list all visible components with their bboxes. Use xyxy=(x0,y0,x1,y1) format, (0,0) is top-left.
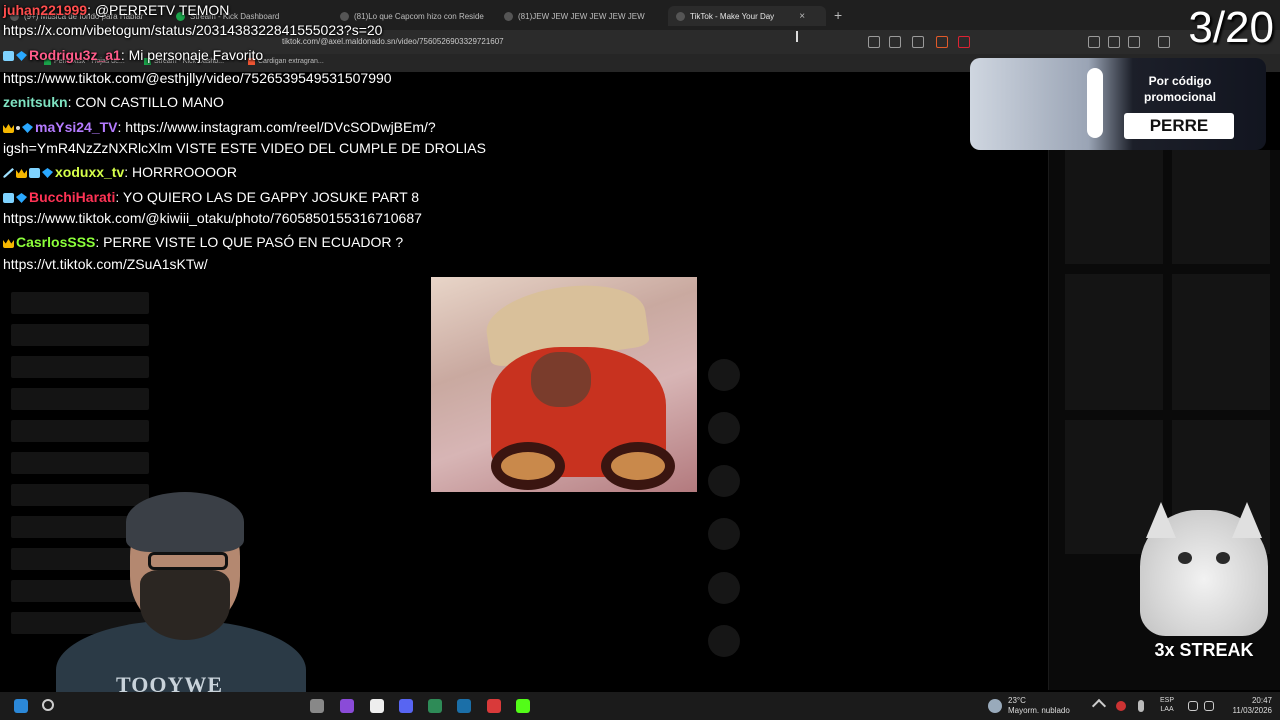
thumbnail-placeholder[interactable] xyxy=(1065,150,1163,264)
like-button[interactable] xyxy=(708,412,740,444)
tiktok-favicon-icon xyxy=(504,11,513,21)
chat-message: maYsi24_TV: https://www.instagram.com/re… xyxy=(3,119,436,135)
app-icon[interactable] xyxy=(428,699,442,713)
cat-eye xyxy=(1216,552,1230,564)
weather-widget[interactable]: 23°C Mayorm. nublado xyxy=(1008,696,1070,716)
kick-icon[interactable] xyxy=(516,699,530,713)
video-frame-face xyxy=(531,352,591,407)
chat-message-continued: https://vt.tiktok.com/ZSuA1sKTw/ xyxy=(3,256,208,272)
subscriber-badge-icon xyxy=(29,168,40,178)
thumbnail-placeholder[interactable] xyxy=(1172,150,1270,264)
skeleton-row xyxy=(11,452,149,474)
app-icon[interactable] xyxy=(340,699,354,713)
chat-message: zenitsukn: CON CASTILLO MANO xyxy=(3,94,224,110)
thumbnail-placeholder[interactable] xyxy=(1065,274,1163,410)
rewards-icon[interactable] xyxy=(958,36,970,48)
network-icon[interactable] xyxy=(1188,701,1198,711)
discord-icon[interactable] xyxy=(399,699,413,713)
share-icon[interactable] xyxy=(912,36,924,48)
taskbar-clock[interactable]: 20:47 11/03/2026 xyxy=(1226,696,1272,716)
app-icon[interactable] xyxy=(487,699,501,713)
chat-message-continued: igsh=YmR4NzZzNXRlcXlm VISTE ESTE VIDEO D… xyxy=(3,140,486,156)
chat-message: CasrlosSSS: PERRE VISTE LO QUE PASÓ EN E… xyxy=(3,234,403,250)
webcam-beard xyxy=(140,570,230,640)
save-button[interactable] xyxy=(708,518,740,550)
sword-badge-icon xyxy=(3,168,14,178)
windows-taskbar xyxy=(0,692,1280,720)
crown-badge-icon xyxy=(3,239,14,248)
video-frame-wheel xyxy=(491,442,565,490)
file-icon[interactable] xyxy=(370,699,384,713)
share-button[interactable] xyxy=(708,572,740,604)
gem-badge-icon xyxy=(16,193,27,203)
chat-message-continued: https://www.tiktok.com/@esthjlly/video/7… xyxy=(3,70,392,86)
skeleton-row xyxy=(11,324,149,346)
tiktok-favicon-icon xyxy=(676,11,685,21)
text-cursor-icon xyxy=(796,31,798,42)
crown-badge-icon xyxy=(3,124,14,133)
music-disc-button[interactable] xyxy=(708,625,740,657)
search-icon[interactable] xyxy=(42,699,54,711)
chat-message: xoduxx_tv: HORRROOOOR xyxy=(3,164,237,180)
gem-badge-icon xyxy=(22,123,33,133)
cat-emote xyxy=(1140,502,1268,636)
tab-tiktok-active[interactable]: TikTok - Make Your Day × xyxy=(668,6,826,26)
comment-button[interactable] xyxy=(708,465,740,497)
microphone-icon[interactable] xyxy=(1138,700,1144,712)
gem-badge-icon xyxy=(42,168,53,178)
crown-badge-icon xyxy=(16,169,27,178)
music-icon[interactable] xyxy=(1158,36,1170,48)
volume-icon[interactable] xyxy=(1204,701,1214,711)
tray-app-icon[interactable] xyxy=(1116,701,1126,711)
promo-code: PERRE xyxy=(1124,113,1234,139)
promo-toolbar xyxy=(1087,68,1103,138)
video-frame-wheel xyxy=(601,442,675,490)
skeleton-row xyxy=(11,388,149,410)
cast-icon[interactable] xyxy=(889,36,901,48)
chat-message: BucchiHarati: YO QUIERO LAS DE GAPPY JOS… xyxy=(3,189,419,205)
puzzle-icon[interactable] xyxy=(1108,36,1120,48)
translate-icon[interactable] xyxy=(868,36,880,48)
new-tab-button[interactable]: + xyxy=(834,7,842,23)
streak-label: 3x STREAK xyxy=(1154,640,1254,660)
skeleton-row xyxy=(11,356,149,378)
clip-counter: 3/20 xyxy=(1188,3,1274,52)
subscriber-badge-icon xyxy=(3,193,14,203)
weather-cloud-icon xyxy=(988,699,1002,713)
cat-eye xyxy=(1178,552,1192,564)
steam-icon[interactable] xyxy=(457,699,471,713)
url-field[interactable]: tiktok.com/@axel.maldonado.sn/video/7560… xyxy=(282,37,504,46)
streamer-webcam: TOOYWE xyxy=(56,490,316,720)
subscriber-badge-icon xyxy=(3,51,14,61)
chat-message-continued: https://www.tiktok.com/@kiwiii_otaku/pho… xyxy=(3,210,422,226)
promo-line-1: Por código xyxy=(1148,74,1212,88)
tab-jew-video[interactable]: (81)JEW JEW JEW JEW JEW JEW xyxy=(504,6,654,26)
app-icon[interactable] xyxy=(310,699,324,713)
webcam-glasses xyxy=(148,552,228,570)
tiktok-video-player[interactable] xyxy=(431,277,697,492)
promo-line-2: promocional xyxy=(1143,90,1216,104)
chat-message: Rodrigu3z_a1: Mi personaje Favorito xyxy=(3,47,263,63)
webcam-hair xyxy=(126,492,244,552)
chat-message-continued: https://x.com/vibetogum/status/203143832… xyxy=(3,22,383,38)
tiktok-favicon-icon xyxy=(340,11,349,21)
skeleton-row xyxy=(11,292,149,314)
windows-start-icon[interactable] xyxy=(14,699,28,713)
dot-badge-icon xyxy=(16,126,20,130)
language-indicator[interactable]: ESP LAA xyxy=(1160,696,1174,714)
thumbnail-placeholder[interactable] xyxy=(1172,274,1270,410)
avatar-button[interactable] xyxy=(708,359,740,391)
skeleton-row xyxy=(11,420,149,442)
extension-icon[interactable] xyxy=(1088,36,1100,48)
close-tab-icon[interactable]: × xyxy=(799,11,805,22)
chat-message: juhan221999: @PERRETV TEMON xyxy=(3,2,230,18)
brave-shield-icon[interactable] xyxy=(936,36,948,48)
gem-badge-icon xyxy=(16,51,27,61)
sidebar-icon[interactable] xyxy=(1128,36,1140,48)
